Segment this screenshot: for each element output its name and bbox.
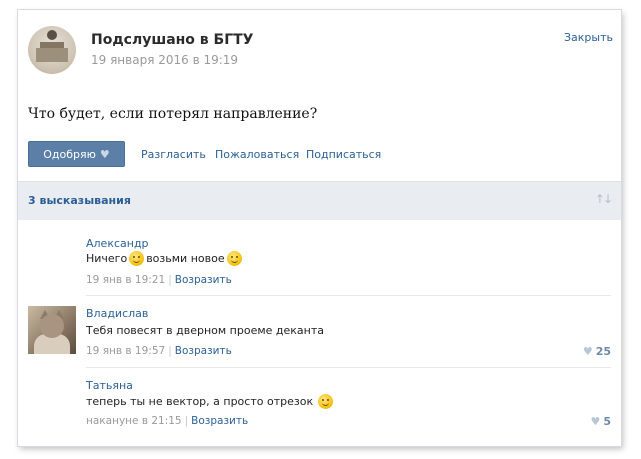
group-avatar[interactable] — [28, 26, 76, 74]
comment-meta: накануне в 21:15 | Возразить — [86, 415, 249, 427]
cat-face — [40, 314, 64, 338]
divider — [86, 295, 611, 296]
comments-header: 3 высказывания ↑↓ — [18, 181, 621, 220]
comment-text-part: Ничего — [86, 252, 128, 265]
likes-count: 5 — [603, 415, 611, 428]
comment-text-part: возьми новое — [146, 252, 225, 265]
comment-author[interactable]: Владислав — [86, 307, 148, 320]
comment-text-part: теперь ты не вектор, а просто отрезок — [86, 395, 314, 408]
comment-time[interactable]: накануне в 21:15 — [86, 415, 182, 427]
post-card: Подслушано в БГТУ 19 января 2016 в 19:19… — [18, 10, 621, 446]
group-name-link[interactable]: Подслушано в БГТУ — [91, 32, 253, 48]
building-icon — [36, 48, 68, 62]
smile-icon — [226, 251, 242, 266]
post-text: Что будет, если потерял направление? — [28, 106, 318, 122]
subscribe-link[interactable]: Подписаться — [306, 148, 381, 161]
comment-text: Тебя повесят в дверном проеме деканта — [86, 324, 324, 337]
reply-link[interactable]: Возразить — [191, 415, 248, 427]
close-link[interactable]: Закрыть — [564, 31, 613, 44]
heart-icon: ♥ — [582, 345, 593, 358]
comments-count[interactable]: 3 высказывания — [28, 194, 131, 207]
heart-icon: ♥ — [99, 147, 110, 161]
comment-author[interactable]: Татьяна — [86, 379, 133, 392]
comment-text: теперь ты не вектор, а просто отрезок — [86, 394, 335, 409]
reply-link[interactable]: Возразить — [175, 345, 232, 357]
comment-time[interactable]: 19 янв в 19:57 — [86, 345, 165, 357]
emblem-icon — [47, 30, 57, 40]
like-button-label: Одобряю — [43, 147, 96, 161]
heart-icon: ♥ — [590, 415, 601, 428]
comment-time[interactable]: 19 янв в 19:21 — [86, 274, 165, 286]
comment-likes[interactable]: ♥ 25 — [583, 345, 611, 358]
comment-meta: 19 янв в 19:57 | Возразить — [86, 345, 232, 357]
comment-meta: 19 янв в 19:21 | Возразить — [86, 274, 232, 286]
smile-icon — [318, 394, 334, 409]
comment-text: Ничего возьми новое — [86, 251, 244, 266]
share-link[interactable]: Разгласить — [141, 148, 206, 161]
avatar[interactable] — [28, 306, 76, 354]
reply-link[interactable]: Возразить — [175, 274, 232, 286]
post-date[interactable]: 19 января 2016 в 19:19 — [91, 53, 238, 67]
report-link[interactable]: Пожаловаться — [215, 148, 299, 161]
like-button[interactable]: Одобряю ♥ — [28, 141, 125, 167]
smile-icon — [129, 251, 145, 266]
comment-likes[interactable]: ♥ 5 — [590, 415, 611, 428]
likes-count: 25 — [595, 345, 611, 358]
comment-author[interactable]: Александр — [86, 237, 149, 250]
divider — [86, 367, 611, 368]
sort-icon[interactable]: ↑↓ — [595, 192, 613, 206]
